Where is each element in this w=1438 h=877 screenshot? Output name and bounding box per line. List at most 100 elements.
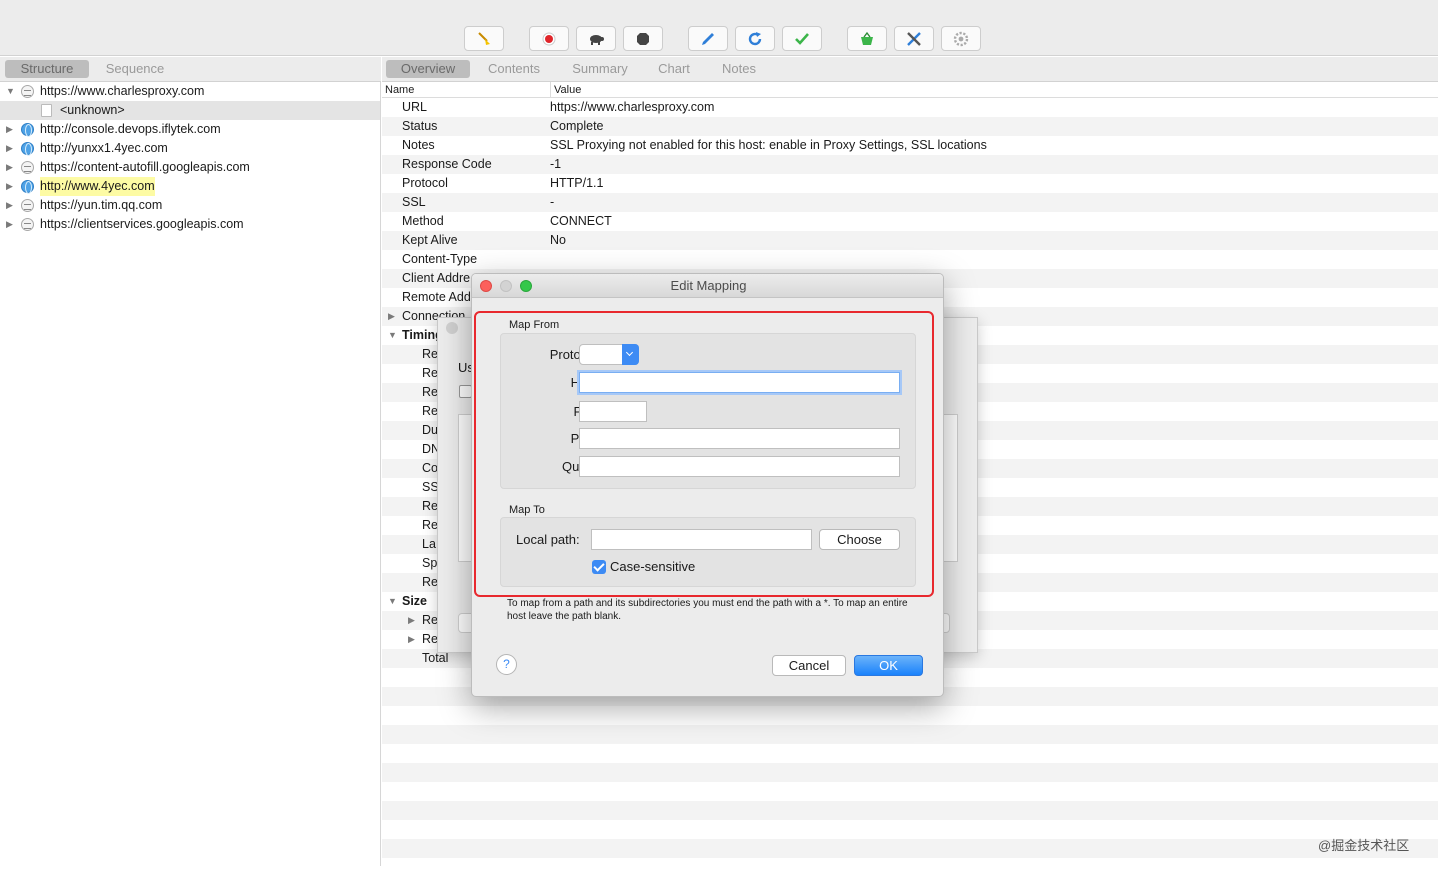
row-name: Re xyxy=(422,499,438,513)
tab-notes[interactable]: Notes xyxy=(714,60,764,78)
tree-item[interactable]: ▶ https://yun.tim.qq.com xyxy=(0,196,380,215)
ok-button[interactable]: OK xyxy=(854,655,923,676)
structure-pane: Structure Sequence ▼ https://www.charles… xyxy=(0,57,381,866)
row-name: Re xyxy=(422,613,438,627)
tab-summary[interactable]: Summary xyxy=(564,60,636,78)
empty-row xyxy=(382,820,1438,839)
tree-item-selected[interactable]: <unknown> xyxy=(0,101,380,120)
row-name: Kept Alive xyxy=(402,233,458,247)
pen-icon[interactable] xyxy=(688,26,728,51)
globe-icon xyxy=(21,123,34,137)
disclosure-triangle-icon[interactable]: ▶ xyxy=(408,630,415,649)
tree-item[interactable]: ▶ http://www.4yec.com xyxy=(0,177,380,196)
row-name: Sp xyxy=(422,556,438,570)
tab-overview[interactable]: Overview xyxy=(386,60,470,78)
row-value: SSL Proxying not enabled for this host: … xyxy=(550,138,987,152)
row-name: Re xyxy=(422,347,438,361)
empty-row xyxy=(382,763,1438,782)
table-row[interactable]: Content-Type xyxy=(382,250,1438,269)
empty-row xyxy=(382,782,1438,801)
table-row[interactable]: Method CONNECT xyxy=(382,212,1438,231)
row-name: Re xyxy=(422,575,438,589)
tree-item-label: <unknown> xyxy=(60,103,125,117)
cancel-button[interactable]: Cancel xyxy=(772,655,846,676)
disclosure-triangle-icon[interactable]: ▶ xyxy=(408,611,415,630)
row-name: Content-Type xyxy=(402,252,478,266)
empty-row xyxy=(382,801,1438,820)
disclosure-triangle-icon[interactable]: ▼ xyxy=(6,82,16,101)
table-header: Name Value xyxy=(382,82,1438,98)
disclosure-triangle-icon[interactable]: ▶ xyxy=(6,120,16,139)
tree-item-label: https://yun.tim.qq.com xyxy=(40,198,163,212)
row-value: -1 xyxy=(550,157,562,171)
tree-item-label: https://www.charlesproxy.com xyxy=(40,84,205,98)
disclosure-triangle-icon[interactable]: ▶ xyxy=(6,139,16,158)
tree-item[interactable]: ▶ https://content-autofill.googleapis.co… xyxy=(0,158,380,177)
row-value: https://www.charlesproxy.com xyxy=(550,100,715,114)
tab-structure[interactable]: Structure xyxy=(5,60,89,78)
disclosure-triangle-icon[interactable]: ▶ xyxy=(6,196,16,215)
table-row[interactable]: Status Complete xyxy=(382,117,1438,136)
tab-sequence[interactable]: Sequence xyxy=(95,60,175,78)
row-name: Re xyxy=(422,385,438,399)
empty-row xyxy=(382,706,1438,725)
row-value: No xyxy=(550,233,566,247)
refresh-icon[interactable] xyxy=(735,26,775,51)
watermark: @掘金技术社区 xyxy=(1318,838,1410,853)
empty-row xyxy=(382,839,1438,858)
empty-row xyxy=(382,858,1438,877)
disclosure-triangle-icon[interactable]: ▼ xyxy=(388,592,397,611)
lock-icon xyxy=(21,161,34,174)
row-value: Complete xyxy=(550,119,604,133)
turtle-icon[interactable] xyxy=(576,26,616,51)
table-row[interactable]: Response Code -1 xyxy=(382,155,1438,174)
tools-icon[interactable] xyxy=(894,26,934,51)
lock-icon xyxy=(21,85,34,98)
lock-icon xyxy=(21,199,34,212)
row-name: Du xyxy=(422,423,438,437)
row-name: Client Addre xyxy=(402,271,471,285)
globe-icon xyxy=(21,180,34,194)
dialog-title: Edit Mapping xyxy=(670,278,747,293)
row-name: Method xyxy=(402,214,444,228)
tab-contents[interactable]: Contents xyxy=(480,60,548,78)
tree-item[interactable]: ▶ https://clientservices.googleapis.com xyxy=(0,215,380,234)
row-name: Re xyxy=(422,404,438,418)
record-icon[interactable] xyxy=(529,26,569,51)
table-row[interactable]: Kept Alive No xyxy=(382,231,1438,250)
gear-icon[interactable] xyxy=(941,26,981,51)
row-name: Protocol xyxy=(402,176,448,190)
tree-item[interactable]: ▶ http://console.devops.iflytek.com xyxy=(0,120,380,139)
row-name: Remote Add xyxy=(402,290,471,304)
table-row[interactable]: URL https://www.charlesproxy.com xyxy=(382,98,1438,117)
row-name: SSL xyxy=(402,195,426,209)
highlight-annotation-box xyxy=(474,311,934,597)
table-row[interactable]: Protocol HTTP/1.1 xyxy=(382,174,1438,193)
tree-item-label: https://clientservices.googleapis.com xyxy=(40,217,244,231)
column-value-header[interactable]: Value xyxy=(550,82,581,98)
tab-chart[interactable]: Chart xyxy=(650,60,698,78)
tree-item[interactable]: ▼ https://www.charlesproxy.com xyxy=(0,82,380,101)
table-row[interactable]: SSL - xyxy=(382,193,1438,212)
empty-row xyxy=(382,725,1438,744)
dialog-titlebar: Edit Mapping xyxy=(472,274,943,298)
row-name: Response Code xyxy=(402,157,492,171)
left-tab-bar: Structure Sequence xyxy=(0,57,381,82)
basket-icon[interactable] xyxy=(847,26,887,51)
tree-item[interactable]: ▶ http://yunxx1.4yec.com xyxy=(0,139,380,158)
disclosure-triangle-icon[interactable]: ▶ xyxy=(388,307,395,326)
stop-icon[interactable] xyxy=(623,26,663,51)
right-tab-bar: Overview Contents Summary Chart Notes xyxy=(382,57,1438,82)
table-row[interactable]: Notes SSL Proxying not enabled for this h… xyxy=(382,136,1438,155)
lock-icon xyxy=(21,218,34,231)
disclosure-triangle-icon[interactable]: ▶ xyxy=(6,215,16,234)
disclosure-triangle-icon[interactable]: ▶ xyxy=(6,158,16,177)
toolbar xyxy=(0,0,1438,56)
tree-item-label: https://content-autofill.googleapis.com xyxy=(40,160,250,174)
broom-icon[interactable] xyxy=(464,26,504,51)
disclosure-triangle-icon[interactable]: ▼ xyxy=(388,326,397,345)
column-name-header[interactable]: Name xyxy=(385,82,414,98)
check-icon[interactable] xyxy=(782,26,822,51)
disclosure-triangle-icon[interactable]: ▶ xyxy=(6,177,16,196)
help-button[interactable]: ? xyxy=(496,654,517,675)
